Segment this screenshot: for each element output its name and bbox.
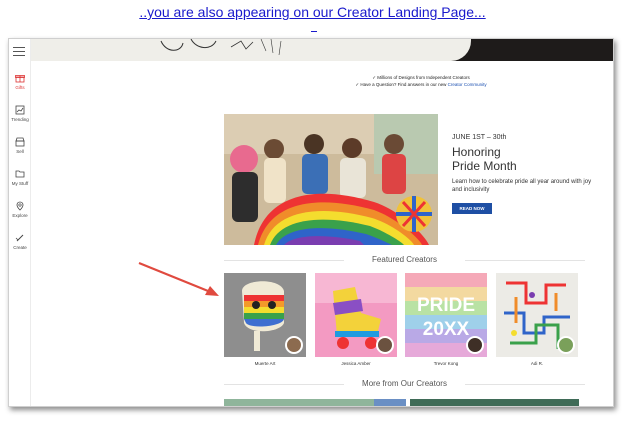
creator-community-link[interactable]: Creator Community [448,82,487,87]
sidebar-item-label: Create [13,245,27,250]
creator-name: Trevor Kong [433,361,459,366]
creator-card[interactable]: Jessica Amber [315,273,397,366]
store-icon [15,137,25,147]
more-creators-thumbnails [224,399,579,406]
avatar [557,336,575,354]
creator-landing-page-link[interactable]: Creator Landing Page [337,4,474,20]
sidebar-item-label: Explore [12,213,28,218]
avatar [466,336,484,354]
info-bullets: ✓ Millions of Designs from Independent C… [351,74,491,88]
sidebar-item-create[interactable]: Create [9,233,31,250]
main-content: ✓ Millions of Designs from Independent C… [31,61,613,406]
caption-prefix: ..you are also appearing on our [139,4,338,20]
bullet-line-1: ✓ Millions of Designs from Independent C… [372,75,470,80]
creator-artwork [496,273,578,357]
gift-icon [15,75,25,83]
sidebar: Gifts Trending Sell My Stuff Explore Cre… [9,39,31,406]
avatar [285,336,303,354]
creator-name: Jessica Amber [341,361,371,366]
caption-suffix: ... [474,4,486,20]
promo-title: Honoring Pride Month [452,145,592,173]
creator-card[interactable]: Muerte Art [224,273,306,366]
sidebar-item-label: Sell [16,149,24,154]
compass-icon [16,201,24,211]
sidebar-item-label: Trending [11,117,29,122]
avatar [376,336,394,354]
creator-name: Adi R. [530,361,544,366]
bullet-line-2-text: ✓ Have a Question? Find answers in our n… [355,82,448,87]
more-from-creators-heading: More from Our Creators [224,379,585,388]
promo-title-line-1: Honoring [452,145,501,159]
creator-artwork [315,273,397,357]
hamburger-menu-icon[interactable] [13,47,25,56]
folder-icon [15,170,25,178]
sidebar-item-my-stuff[interactable]: My Stuff [9,169,31,186]
year-art-text: 20XX [423,319,470,340]
pencil-icon [15,234,24,242]
creator-artwork [224,273,306,357]
sidebar-item-explore[interactable]: Explore [9,201,31,218]
sidebar-item-label: My Stuff [11,181,29,186]
pride-art-text: PRIDE [417,295,475,316]
promo-date: JUNE 1ST – 30th [452,134,507,141]
promo-description: Learn how to celebrate pride all year ar… [452,179,592,193]
promo-text: JUNE 1ST – 30th Honoring Pride Month Lea… [452,134,592,214]
read-now-button[interactable]: READ NOW [452,203,492,214]
hero-banner-strip [31,39,613,61]
sidebar-item-gifts[interactable]: Gifts [9,73,31,90]
pride-photo-illustration [224,114,438,245]
more-creators-row [224,397,579,406]
featured-creators-heading: Featured Creators [224,255,585,264]
sidebar-item-label: Gifts [15,85,25,90]
creator-artwork: PRIDE 20XX [405,273,487,357]
tiny-underline [311,30,317,32]
bullet-line-2: ✓ Have a Question? Find answers in our n… [351,81,491,88]
promo-title-line-2: Pride Month [452,159,517,173]
pride-month-photo[interactable] [224,114,438,245]
annotation-arrow-icon [138,261,219,296]
creator-name: Muerte Art [254,361,276,366]
caption: ..you are also appearing on our Creator … [0,4,625,20]
sidebar-item-sell[interactable]: Sell [9,137,31,154]
sidebar-item-trending[interactable]: Trending [9,105,31,122]
creator-card[interactable]: Adi R. [496,273,578,366]
website-screenshot: Gifts Trending Sell My Stuff Explore Cre… [8,38,614,407]
creator-card[interactable]: PRIDE 20XX Trevor Kong [405,273,487,366]
hero-illustration [160,39,282,56]
trending-icon [15,105,25,115]
